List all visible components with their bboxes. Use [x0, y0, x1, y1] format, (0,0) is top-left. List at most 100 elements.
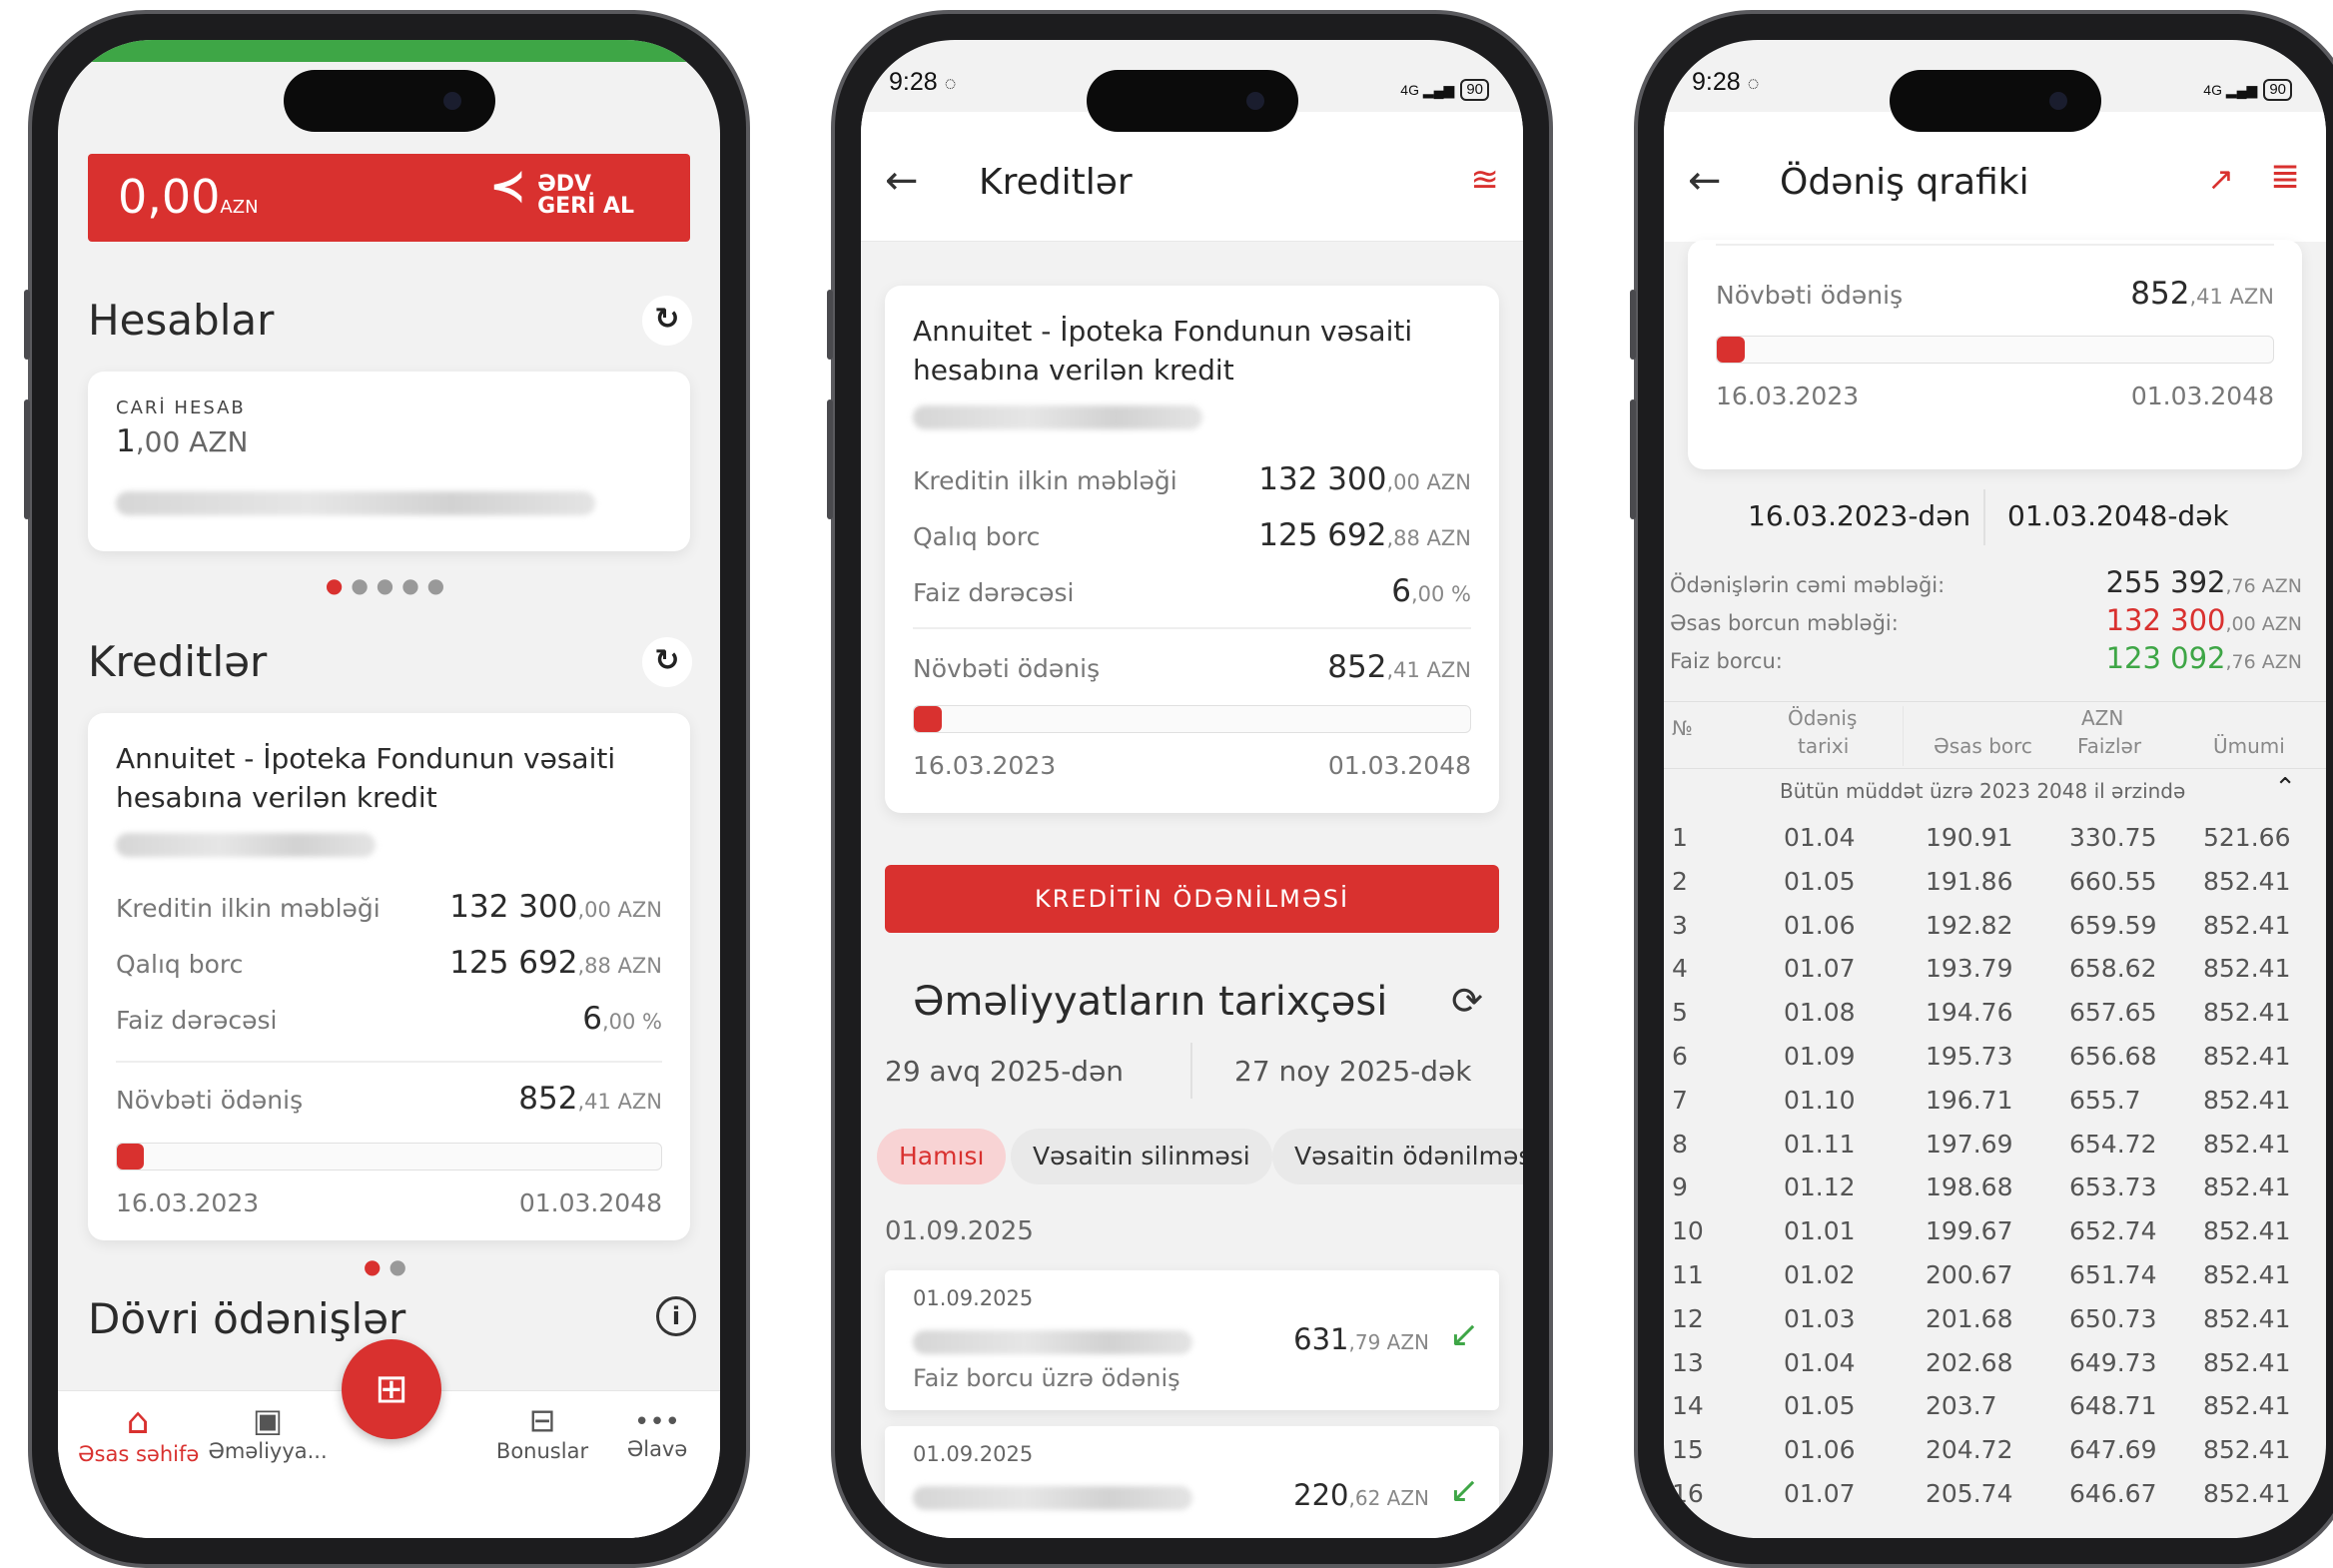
back-arrow-icon[interactable]: ← — [1688, 158, 1722, 204]
history-group-date: 01.09.2025 — [885, 1216, 1034, 1246]
phone-home: 0,00AZN ≺ ƏDV GERİ AL Hesablar ↻ CARİ HE… — [28, 10, 750, 1568]
table-row: 3 01.06 192.82 659.59 852.41 — [1664, 903, 2326, 947]
nav-more[interactable]: ••• Əlavə — [617, 1401, 697, 1461]
home-icon: ⌂ — [126, 1401, 150, 1442]
table-row: 8 01.11 197.69 654.72 852.41 — [1664, 1122, 2326, 1166]
row-number: 13 — [1672, 1347, 1704, 1377]
chart-trend-icon[interactable]: ↗ — [2207, 160, 2234, 198]
history-date-to[interactable]: 27 noy 2025-dək — [1234, 1055, 1471, 1088]
whatsapp-icon: ◌ — [944, 73, 957, 95]
accounts-pager-dots[interactable]: ●●●●● — [58, 573, 720, 597]
back-arrow-icon[interactable]: ← — [885, 158, 919, 204]
more-icon: ••• — [633, 1407, 680, 1437]
row-total: 852.41 — [2203, 1216, 2291, 1246]
row-number: 1 — [1672, 823, 1688, 852]
next-payment-row: Növbəti ödəniş 852,41 AZN — [913, 649, 1471, 685]
nav-operations[interactable]: ▣ Əməliyya... — [203, 1401, 333, 1463]
divider — [913, 627, 1471, 629]
range-to[interactable]: 01.03.2048-dək — [2007, 499, 2229, 532]
row-principal: 199.67 — [1926, 1216, 2013, 1246]
history-refresh-icon[interactable]: ⟳ — [1451, 979, 1483, 1023]
status-indicators: 4G ▂▄▆ 90 — [2203, 68, 2292, 112]
filter-chip-all[interactable]: Hamısı — [877, 1129, 1007, 1184]
credits-pager-dots[interactable]: ●● — [58, 1254, 720, 1278]
date-separator — [1190, 1043, 1192, 1099]
row-total: 852.41 — [2203, 1303, 2291, 1333]
row-principal: 198.68 — [1926, 1173, 2013, 1202]
masked-account-number — [116, 491, 595, 515]
remaining-debt-row: Qalıq borc 125 692,88 AZN — [116, 945, 662, 981]
row-principal: 197.69 — [1926, 1129, 2013, 1159]
row-total: 852.41 — [2203, 1129, 2291, 1159]
side-button — [24, 290, 30, 360]
row-number: 3 — [1672, 910, 1688, 940]
wallet-icon: ▣ — [252, 1401, 284, 1439]
info-icon[interactable]: i — [656, 1296, 696, 1336]
accounts-refresh-icon[interactable]: ↻ — [642, 296, 692, 346]
masked-contract-number — [116, 833, 376, 857]
row-number: 5 — [1672, 998, 1688, 1028]
table-header: № Ödəniş tarixi AZN Əsas borc Faizlər Üm… — [1664, 701, 2326, 769]
row-interest: 653.73 — [2069, 1173, 2157, 1202]
page-title: Kreditlər — [979, 162, 1133, 203]
collapse-chevron-icon[interactable]: ⌃ — [2274, 773, 2296, 803]
row-number: 12 — [1672, 1303, 1704, 1333]
account-type-label: CARİ HESAB — [116, 397, 246, 418]
interest-rate-row: Faiz dərəcəsi 6,00 % — [116, 1001, 662, 1037]
row-date: 01.06 — [1784, 1435, 1856, 1465]
period-group-row[interactable]: Bütün müddət üzrə 2023 2048 il ərzində ⌃ — [1664, 769, 2326, 815]
filter-chip-credit[interactable]: Vəsaitin ödənilməsi — [1272, 1129, 1523, 1184]
home-screen: 0,00AZN ≺ ƏDV GERİ AL Hesablar ↻ CARİ HE… — [58, 40, 720, 1538]
row-number: 14 — [1672, 1391, 1704, 1421]
current-account-card[interactable]: CARİ HESAB 1,00 AZN — [88, 372, 690, 551]
credits-refresh-icon[interactable]: ↻ — [642, 637, 692, 687]
incoming-arrow-icon: ↙ — [1448, 1314, 1479, 1355]
row-date: 01.05 — [1784, 866, 1856, 896]
loan-dates-row: 16.03.2023 01.03.2048 — [913, 751, 1471, 780]
dynamic-island — [1889, 70, 2101, 132]
history-item[interactable]: 01.09.2025 631,79 AZN ↙ Faiz borcu üzrə … — [885, 1270, 1499, 1410]
row-interest: 650.73 — [2069, 1303, 2157, 1333]
schedule-table-body: 1 01.04 190.91 330.75 521.66 2 01.05 191.86 660.… — [1664, 815, 2326, 1538]
loan-progress-bar — [116, 1143, 662, 1171]
divider — [116, 1061, 662, 1063]
credit-card[interactable]: Annuitet - İpoteka Fondunun vəsaiti hesa… — [88, 713, 690, 1240]
filter-menu-icon[interactable]: ≊ — [1471, 160, 1500, 200]
dynamic-island — [1086, 70, 1298, 132]
table-row: 15 01.06 204.72 647.69 852.41 — [1664, 1427, 2326, 1471]
side-button — [1630, 290, 1636, 360]
row-date: 01.06 — [1784, 910, 1856, 940]
row-date: 01.10 — [1784, 1085, 1856, 1115]
credits-screen: 9:28 ◌ 4G ▂▄▆ 90 ← Kreditlər ≊ Annuitet -… — [861, 40, 1523, 1538]
table-row: 6 01.09 195.73 656.68 852.41 — [1664, 1034, 2326, 1078]
row-total: 852.41 — [2203, 1085, 2291, 1115]
pay-credit-button[interactable]: KREDİTİN ÖDƏNİLMƏSİ — [885, 865, 1499, 933]
vat-refund-banner[interactable]: 0,00AZN ≺ ƏDV GERİ AL — [88, 154, 690, 242]
row-number: 16 — [1672, 1479, 1704, 1508]
row-interest: 658.62 — [2069, 954, 2157, 984]
range-from[interactable]: 16.03.2023-dən — [1748, 499, 1970, 532]
history-date-from[interactable]: 29 avq 2025-dən — [885, 1055, 1124, 1088]
status-indicators: 4G ▂▄▆ 90 — [1400, 68, 1489, 112]
row-principal: 203.7 — [1926, 1391, 1997, 1421]
row-number: 7 — [1672, 1085, 1688, 1115]
list-view-icon[interactable]: ≣ — [2270, 156, 2300, 197]
whatsapp-icon: ◌ — [1747, 73, 1760, 95]
row-interest: 651.74 — [2069, 1260, 2157, 1289]
nav-bonuses[interactable]: ⊟ Bonuslar — [487, 1401, 597, 1463]
nav-home[interactable]: ⌂ Əsas səhifə — [78, 1401, 199, 1466]
qr-scan-button[interactable]: ⊞ — [342, 1339, 441, 1439]
credit-card[interactable]: Annuitet - İpoteka Fondunun vəsaiti hesa… — [885, 286, 1499, 813]
filter-chip-debit[interactable]: Vəsaitin silinməsi — [1011, 1129, 1272, 1184]
row-date: 01.05 — [1784, 1391, 1856, 1421]
history-item[interactable]: 01.09.2025 220,62 AZN ↙ — [885, 1426, 1499, 1538]
row-principal: 202.68 — [1926, 1347, 2013, 1377]
side-button — [827, 399, 833, 519]
next-payment-card: Növbəti ödəniş 852,41 AZN 16.03.2023 01.03… — [1688, 240, 2302, 469]
row-number: 11 — [1672, 1260, 1704, 1289]
periodic-payments-title: Dövri ödənişlər — [88, 1294, 406, 1343]
next-payment-row: Növbəti ödəniş 852,41 AZN — [116, 1081, 662, 1117]
next-payment-row: Növbəti ödəniş 852,41 AZN — [1716, 276, 2274, 312]
row-interest: 648.71 — [2069, 1391, 2157, 1421]
summary-total-row: Ödənişlərin cəmi məbləği: 255 392,76 AZN — [1670, 565, 2302, 599]
